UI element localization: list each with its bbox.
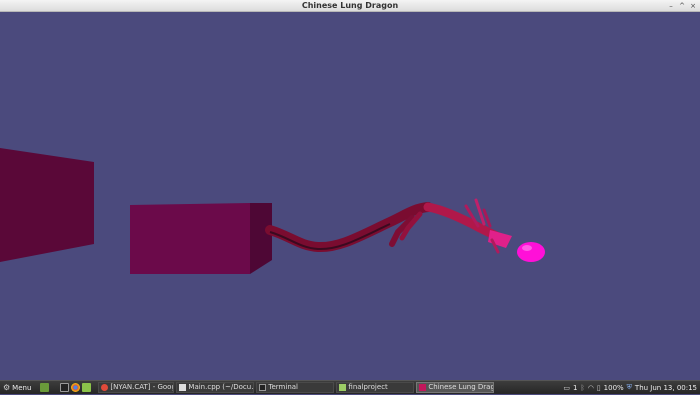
terminal-icon [259,384,267,391]
task-label: Main.cpp (~/Docu... [188,383,255,391]
task-label: Terminal [268,383,298,391]
task-label: Chinese Lung Drag... [428,383,495,391]
start-menu-button[interactable]: ⚙ Menu [0,381,34,395]
chat-icon[interactable]: ▭ [563,384,570,392]
opengl-app-icon [419,384,427,391]
terminal-icon[interactable] [60,383,70,392]
shield-icon[interactable]: ⛨ [627,383,632,392]
chrome-icon [101,384,109,391]
show-desktop-icon[interactable] [40,383,50,392]
battery-icon[interactable]: ▯ [597,384,601,392]
system-tray: ▭ 1 ᛒ ◠ ▯ 100% ⛨ Thu Jun 13, 00:15 [563,383,700,392]
opengl-viewport[interactable] [0,12,700,380]
wifi-icon[interactable]: ◠ [588,384,594,392]
bluetooth-icon[interactable]: ᛒ [580,384,584,392]
far-wall-block [0,148,94,262]
taskbar-task-terminal[interactable]: Terminal [256,382,335,393]
box-front-face [130,203,250,274]
chrome-icon[interactable] [71,383,81,392]
task-label: finalproject [348,383,388,391]
window-controls: – ^ × [667,0,697,12]
maximize-button[interactable]: ^ [678,0,686,12]
files-icon[interactable] [82,383,92,392]
taskbar-task-chrome[interactable]: [NYAN.CAT] - Googl... [98,382,175,393]
taskbar: ⚙ Menu [NYAN.CAT] - Googl... Main.cpp (~… [0,380,700,394]
folder-icon [339,384,347,391]
close-button[interactable]: × [689,0,697,12]
pearl-highlight [522,245,532,251]
window-title: Chinese Lung Dragon [301,1,399,10]
chat-count: 1 [573,383,578,392]
window-titlebar[interactable]: Chinese Lung Dragon – ^ × [0,0,700,12]
taskbar-task-folder[interactable]: finalproject [336,382,415,393]
dragon-pearl [517,242,545,262]
gear-icon: ⚙ [3,383,11,392]
text-editor-icon [179,384,187,391]
taskbar-task-editor[interactable]: Main.cpp (~/Docu... [176,382,255,393]
clock[interactable]: Thu Jun 13, 00:15 [635,384,697,392]
taskbar-task-dragon[interactable]: Chinese Lung Drag... [416,382,495,393]
menu-label: Menu [12,383,32,392]
minimize-button[interactable]: – [667,0,675,12]
task-label: [NYAN.CAT] - Googl... [110,383,175,391]
scene-background [0,12,700,380]
battery-level: 100% [603,383,624,392]
